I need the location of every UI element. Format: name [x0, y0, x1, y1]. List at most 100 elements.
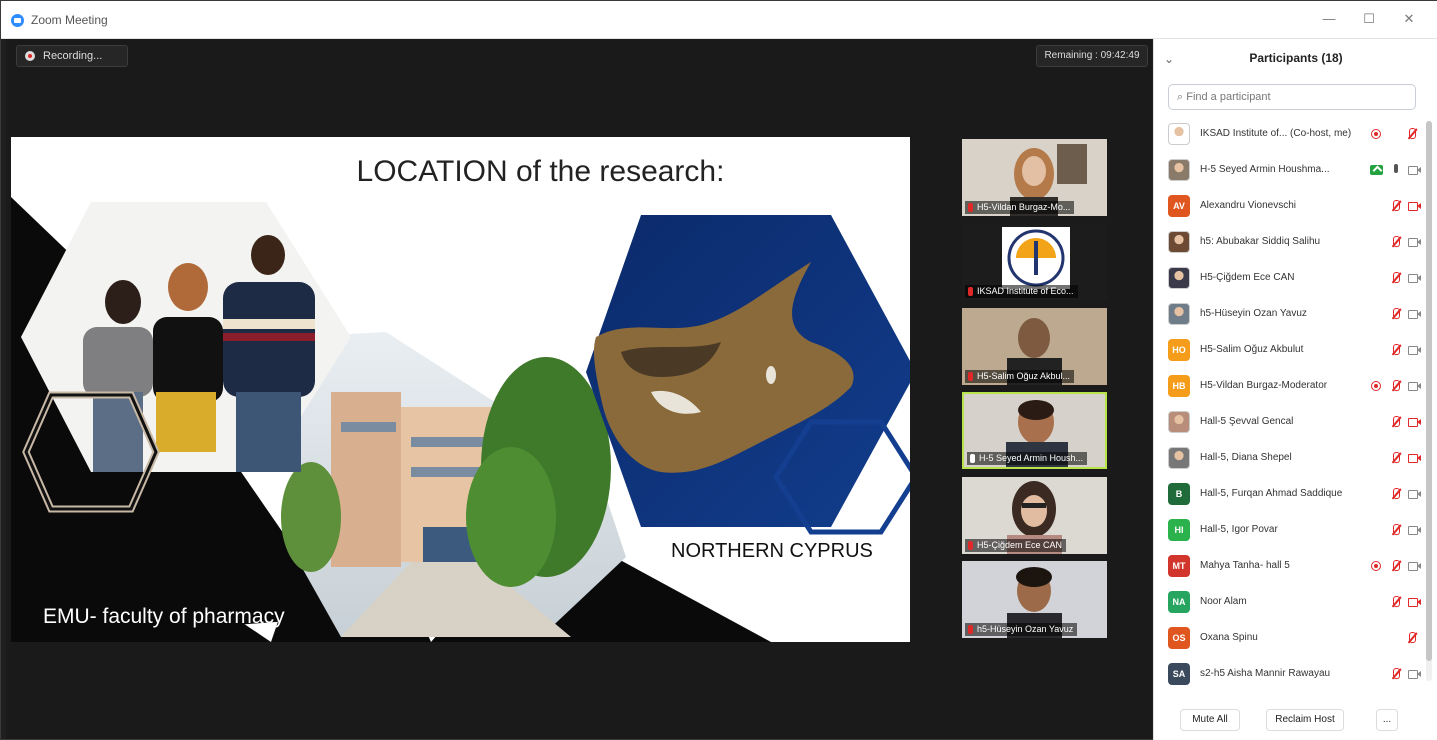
video-icon[interactable] — [1408, 560, 1421, 572]
avatar: MT — [1168, 555, 1190, 577]
avatar: HO — [1168, 339, 1190, 361]
participant-name: s2-h5 Aisha Mannir Rawayau — [1200, 668, 1331, 679]
participant-row[interactable]: Hall-5 Şevval Gencal — [1154, 405, 1426, 440]
participant-name: Hall-5 Şevval Gencal — [1200, 416, 1294, 427]
mic-muted-icon[interactable] — [1390, 488, 1402, 500]
cyprus-map — [586, 215, 910, 527]
video-icon[interactable] — [1408, 236, 1421, 248]
avatar: HB — [1168, 375, 1190, 397]
participant-name: H-5 Seyed Armin Houshma... — [1200, 164, 1330, 175]
mic-muted-icon — [968, 541, 973, 550]
participant-row[interactable]: h5: Abubakar Siddiq Salihu — [1154, 225, 1426, 260]
reclaim-host-button[interactable]: Reclaim Host — [1266, 709, 1344, 731]
video-label: h5-Hüseyin Ozan Yavuz — [965, 623, 1078, 636]
video-off-icon[interactable] — [1408, 596, 1421, 608]
participant-row[interactable]: Hall-5, Diana Shepel — [1154, 441, 1426, 476]
mic-muted-icon[interactable] — [1406, 128, 1418, 140]
video-icon[interactable] — [1408, 344, 1421, 356]
mic-muted-icon — [968, 625, 973, 634]
video-icon[interactable] — [1408, 524, 1421, 536]
video-icon[interactable] — [1408, 488, 1421, 500]
mic-muted-icon[interactable] — [1390, 344, 1402, 356]
mic-muted-icon — [968, 372, 973, 381]
participant-name: h5-Hüseyin Ozan Yavuz — [1200, 308, 1307, 319]
avatar: HI — [1168, 519, 1190, 541]
zoom-window: Zoom Meeting — ☐ ✕ Recording... Remainin… — [0, 0, 1437, 740]
participant-row[interactable]: B Hall-5, Furqan Ahmad Saddique — [1154, 477, 1426, 512]
video-tile[interactable]: h5-Hüseyin Ozan Yavuz — [962, 561, 1107, 638]
participant-row[interactable]: SA s2-h5 Aisha Mannir Rawayau — [1154, 657, 1426, 692]
participant-row[interactable]: IKSAD Institute of... (Co-host, me) — [1154, 117, 1426, 152]
recording-indicator[interactable]: Recording... — [16, 45, 128, 67]
mic-muted-icon[interactable] — [1390, 596, 1402, 608]
window-title: Zoom Meeting — [31, 13, 108, 27]
video-tile[interactable]: H5-Çiğdem Ece CAN — [962, 477, 1107, 554]
mic-muted-icon[interactable] — [1406, 632, 1418, 644]
maximize-button[interactable]: ☐ — [1359, 11, 1379, 27]
participant-name: Hall-5, Igor Povar — [1200, 524, 1278, 535]
participant-list[interactable]: IKSAD Institute of... (Co-host, me) H-5 S… — [1154, 117, 1426, 693]
participant-scrollbar[interactable] — [1426, 121, 1432, 681]
participant-row[interactable]: HO H5-Salim Oğuz Akbulut — [1154, 333, 1426, 368]
participant-row[interactable]: NA Noor Alam — [1154, 585, 1426, 620]
recording-status-icon — [1370, 380, 1382, 392]
video-tile[interactable]: IKSAD Institute of Eco... — [962, 223, 1107, 300]
video-icon[interactable] — [1408, 380, 1421, 392]
mute-all-button[interactable]: Mute All — [1180, 709, 1240, 731]
search-icon: ⌕ — [1177, 91, 1187, 103]
video-icon[interactable] — [1408, 308, 1421, 320]
video-label: H5-Salim Oğuz Akbul... — [965, 370, 1075, 383]
avatar: AV — [1168, 195, 1190, 217]
video-tile[interactable]: H5-Vildan Burgaz-Mo... — [962, 139, 1107, 216]
mic-muted-icon[interactable] — [1390, 200, 1402, 212]
mic-muted-icon[interactable] — [1390, 452, 1402, 464]
participant-row[interactable]: AV Alexandru Vionevschi — [1154, 189, 1426, 224]
participant-name: H5-Çiğdem Ece CAN — [1200, 272, 1295, 283]
participant-name: IKSAD Institute of... (Co-host, me) — [1200, 128, 1352, 139]
video-icon[interactable] — [1408, 668, 1421, 680]
mic-muted-icon[interactable] — [1390, 524, 1402, 536]
video-off-icon[interactable] — [1408, 416, 1421, 428]
mic-muted-icon[interactable] — [1390, 380, 1402, 392]
mic-muted-icon[interactable] — [1390, 668, 1402, 680]
remaining-time: Remaining : 09:42:49 — [1036, 45, 1148, 67]
video-off-icon[interactable] — [1408, 452, 1421, 464]
slide-artwork — [11, 197, 910, 642]
avatar — [1168, 123, 1190, 145]
minimize-button[interactable]: — — [1319, 11, 1339, 26]
avatar — [1168, 159, 1190, 181]
mic-muted-icon[interactable] — [1390, 236, 1402, 248]
video-off-icon[interactable] — [1408, 200, 1421, 212]
participant-row[interactable]: HI Hall-5, Igor Povar — [1154, 513, 1426, 548]
participant-row[interactable]: OS Oxana Spinu — [1154, 621, 1426, 656]
meeting-stage: Recording... Remaining : 09:42:49 LOCATI… — [6, 39, 1152, 739]
recording-label: Recording... — [43, 50, 103, 62]
close-button[interactable]: ✕ — [1399, 11, 1419, 27]
mic-icon[interactable] — [1390, 164, 1402, 176]
participant-row[interactable]: h5-Hüseyin Ozan Yavuz — [1154, 297, 1426, 332]
video-label: IKSAD Institute of Eco... — [965, 285, 1078, 298]
participant-row[interactable]: H-5 Seyed Armin Houshma... — [1154, 153, 1426, 188]
participant-search-input[interactable]: ⌕ Find a participant — [1168, 84, 1416, 110]
video-icon[interactable] — [1408, 272, 1421, 284]
participant-row[interactable]: HB H5-Vildan Burgaz-Moderator — [1154, 369, 1426, 404]
mic-muted-icon[interactable] — [1390, 308, 1402, 320]
video-icon[interactable] — [1408, 164, 1421, 176]
avatar: NA — [1168, 591, 1190, 613]
video-tile[interactable]: H5-Salim Oğuz Akbul... — [962, 308, 1107, 385]
mic-muted-icon[interactable] — [1390, 272, 1402, 284]
shared-slide: LOCATION of the research: EMU- faculty o… — [11, 137, 910, 642]
participant-row[interactable]: H5-Çiğdem Ece CAN — [1154, 261, 1426, 296]
avatar — [1168, 411, 1190, 433]
participant-name: Hall-5, Furqan Ahmad Saddique — [1200, 488, 1343, 499]
scrollbar-thumb[interactable] — [1426, 121, 1432, 661]
mic-muted-icon[interactable] — [1390, 416, 1402, 428]
mic-muted-icon[interactable] — [1390, 560, 1402, 572]
panel-footer: Mute All Reclaim Host ... — [1154, 703, 1437, 739]
title-bar: Zoom Meeting — ☐ ✕ — [1, 1, 1437, 39]
more-options-button[interactable]: ... — [1376, 709, 1398, 731]
video-tile-active-speaker[interactable]: H-5 Seyed Armin Housh... — [962, 392, 1107, 469]
participant-row[interactable]: MT Mahya Tanha- hall 5 — [1154, 549, 1426, 584]
video-label: H5-Vildan Burgaz-Mo... — [965, 201, 1075, 214]
participants-title: Participants (18) — [1249, 51, 1343, 65]
